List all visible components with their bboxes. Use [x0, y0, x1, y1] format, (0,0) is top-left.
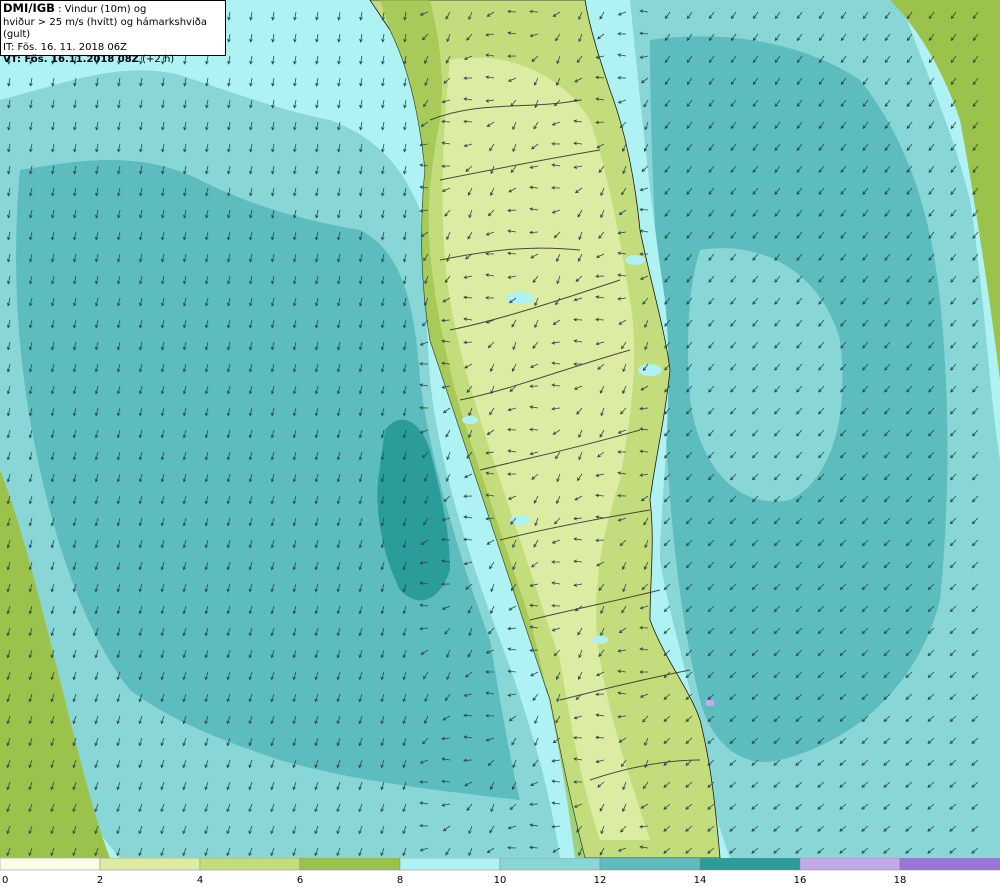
legend-swatch	[599, 858, 701, 871]
legend-label: 10	[494, 875, 507, 886]
source-label: DMI/IGB	[3, 1, 55, 15]
wind-map	[0, 0, 1000, 858]
legend-label: 16	[794, 875, 807, 886]
legend-label: 18	[894, 875, 907, 886]
legend-swatch	[99, 858, 201, 871]
legend-swatch	[0, 858, 101, 871]
legend-swatch	[699, 858, 801, 871]
legend-label: 4	[197, 875, 203, 886]
legend-label: 6	[297, 875, 303, 886]
valid-time-label: VT: Fös. 16.11.2018 08Z	[3, 54, 139, 65]
color-legend: 0 2 4 6 8 10 12 14 16 18	[0, 858, 1000, 887]
legend-label: 8	[397, 875, 403, 886]
legend-swatch	[799, 858, 901, 871]
legend-label: 2	[97, 875, 103, 886]
legend-label: 14	[694, 875, 707, 886]
legend-label: 12	[594, 875, 607, 886]
subtitle-label: hviður > 25 m/s (hvítt) og hámarkshviða …	[3, 16, 207, 41]
legend-swatch	[899, 858, 1000, 871]
legend-swatch	[399, 858, 501, 871]
legend-swatch	[199, 858, 301, 871]
title-label: : Vindur (10m) og	[54, 4, 147, 15]
legend-label: 0	[2, 875, 8, 886]
init-time-label: IT: Fös. 16. 11. 2018 06Z	[3, 41, 127, 53]
legend-swatch	[299, 858, 401, 871]
map-info-box: DMI/IGB : Vindur (10m) og hviður > 25 m/…	[0, 0, 226, 65]
purple-patch	[706, 700, 714, 706]
forecast-offset-label: (+2 h)	[138, 54, 175, 65]
legend-swatch	[499, 858, 601, 871]
